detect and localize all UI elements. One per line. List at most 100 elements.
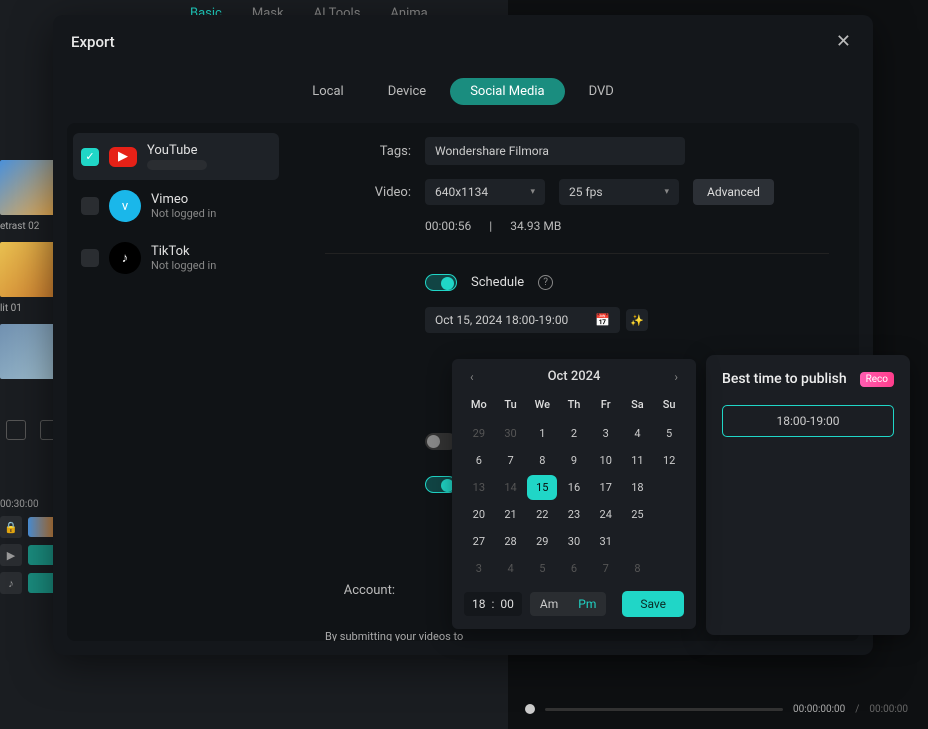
prev-month-button[interactable]: ‹ [464,370,480,384]
checkbox-off-icon[interactable] [81,197,99,215]
bg-thumb [0,242,55,297]
tab-social-media[interactable]: Social Media [450,78,564,105]
calendar-icon: 📅 [595,313,610,327]
cal-day[interactable]: 4 [496,556,526,581]
cal-day[interactable]: 1 [527,421,557,446]
total-time: 00:00:00 [869,704,908,715]
time-slot-option[interactable]: 18:00-19:00 [722,405,894,437]
cal-day[interactable]: 10 [591,448,621,473]
account-redacted [147,160,207,170]
platform-name: TikTok [151,244,216,259]
tab-dvd[interactable]: DVD [569,78,634,105]
cal-day[interactable]: 21 [496,502,526,527]
cal-day[interactable]: 4 [623,421,653,446]
export-destination-tabs: Local Device Social Media DVD [53,78,873,105]
cal-day[interactable]: 30 [496,421,526,446]
current-time: 00:00:00:00 [793,704,845,715]
cal-day[interactable]: 3 [464,556,494,581]
cal-day[interactable]: 29 [464,421,494,446]
cal-day[interactable]: 16 [559,475,589,500]
cal-day[interactable]: 18 [623,475,653,500]
cal-day[interactable]: 28 [496,529,526,554]
recommended-badge: Reco [860,372,894,387]
schedule-datetime-input[interactable]: Oct 15, 2024 18:00-19:00 📅 [425,307,620,333]
cal-day[interactable]: 2 [559,421,589,446]
bg-timeline: 00:30:00 🔒 ▶ ♪ [0,499,56,594]
video-track-icon: ▶ [0,544,22,566]
cal-dow: Fr [591,394,621,419]
playhead-dot[interactable] [525,704,535,714]
cal-day[interactable]: 17 [591,475,621,500]
schedule-toggle[interactable] [425,274,457,291]
chevron-down-icon: ▾ [530,187,535,197]
platform-status: Not logged in [151,207,216,220]
cal-day[interactable]: 14 [496,475,526,500]
tags-input[interactable] [425,137,685,165]
cal-day[interactable]: 13 [464,475,494,500]
cal-day[interactable]: 6 [464,448,494,473]
cal-dow: Sa [623,394,653,419]
tiktok-icon: ♪ [109,242,141,274]
help-icon[interactable]: ? [538,275,553,290]
platform-vimeo[interactable]: v Vimeo Not logged in [73,180,279,232]
cal-day[interactable]: 8 [527,448,557,473]
cal-day[interactable]: 27 [464,529,494,554]
best-time-title: Best time to publish [722,371,847,387]
cal-day[interactable]: 20 [464,502,494,527]
cal-dow: Th [559,394,589,419]
platform-youtube[interactable]: ✓ ▶ YouTube [73,133,279,180]
cal-day[interactable]: 5 [654,421,684,446]
next-month-button[interactable]: › [668,370,684,384]
platform-name: YouTube [147,143,207,158]
cal-day[interactable]: 30 [559,529,589,554]
fps-select[interactable]: 25 fps ▾ [559,179,679,205]
am-option[interactable]: Am [530,592,568,616]
cal-day[interactable]: 12 [654,448,684,473]
divider [325,253,829,254]
cal-day[interactable]: 24 [591,502,621,527]
schedule-datetime-value: Oct 15, 2024 18:00-19:00 [435,313,587,327]
cal-day[interactable]: 9 [559,448,589,473]
tab-local[interactable]: Local [292,78,363,105]
checkbox-off-icon[interactable] [81,249,99,267]
tags-label: Tags: [325,144,411,159]
cal-day[interactable]: 31 [591,529,621,554]
cal-day-selected[interactable]: 15 [527,475,557,500]
pm-option[interactable]: Pm [568,592,606,616]
cal-day[interactable]: 5 [527,556,557,581]
advanced-button[interactable]: Advanced [693,179,774,205]
time-sep: / [855,704,859,715]
cal-day[interactable]: 29 [527,529,557,554]
cal-day[interactable]: 25 [623,502,653,527]
close-icon[interactable]: ✕ [836,31,851,52]
bg-thumb-label: lit 01 [0,303,55,314]
cal-day[interactable]: 23 [559,502,589,527]
cal-day[interactable]: 8 [623,556,653,581]
cal-day[interactable]: 7 [496,448,526,473]
calendar-month-year: Oct 2024 [548,369,601,384]
fps-value: 25 fps [569,185,603,199]
progress-bar[interactable] [545,708,783,711]
bg-clip [28,545,56,565]
bg-timeline-mark: 00:30:00 [0,499,56,510]
bg-thumb [0,324,55,379]
date-picker-popover: ‹ Oct 2024 › Mo Tu We Th Fr Sa Su 29 30 … [452,359,696,629]
lock-icon: 🔒 [0,516,22,538]
bg-clip [28,573,56,593]
cal-day[interactable]: 22 [527,502,557,527]
tab-device[interactable]: Device [368,78,447,105]
calendar-grid: Mo Tu We Th Fr Sa Su 29 30 1 2 3 4 5 6 7… [464,394,684,581]
time-input[interactable]: 18 : 00 [464,592,522,616]
cal-day[interactable]: 7 [591,556,621,581]
youtube-icon: ▶ [109,147,137,167]
resolution-select[interactable]: 640x1134 ▾ [425,179,545,205]
checkbox-on-icon[interactable]: ✓ [81,148,99,166]
save-button[interactable]: Save [622,591,684,617]
video-duration: 00:00:56 [425,219,471,233]
cal-day[interactable]: 6 [559,556,589,581]
cal-day[interactable]: 11 [623,448,653,473]
bg-thumb [0,160,55,215]
ai-suggest-button[interactable]: ✨ [626,309,648,331]
platform-tiktok[interactable]: ♪ TikTok Not logged in [73,232,279,284]
cal-day[interactable]: 3 [591,421,621,446]
